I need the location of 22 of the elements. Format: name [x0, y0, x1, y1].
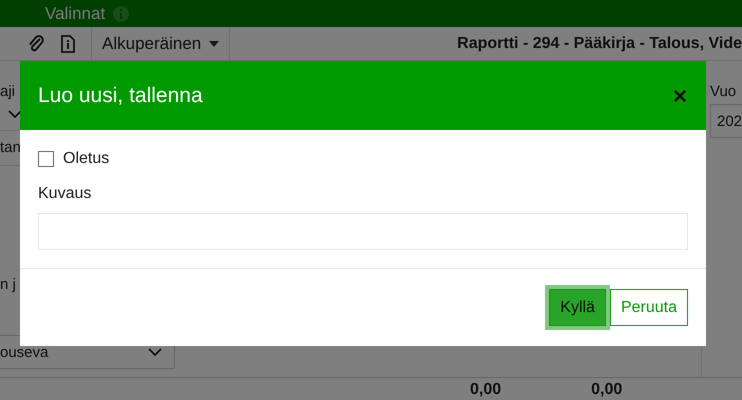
close-icon[interactable]: [674, 90, 686, 102]
option-label: n j: [0, 276, 16, 293]
total-value: 0,00: [591, 380, 622, 399]
cancel-button[interactable]: Peruuta: [610, 289, 688, 326]
caret-icon: [209, 40, 220, 46]
checkbox-label: Oletus: [63, 150, 110, 168]
report-title: Raportti - 294 - Pääkirja - Talous, Vide: [456, 34, 742, 52]
chevron-icon: [148, 348, 162, 356]
valinnat-title: Valinnat: [45, 4, 106, 24]
view-dropdown[interactable]: Alkuperäinen: [91, 27, 230, 60]
paperclip-icon[interactable]: [27, 34, 45, 52]
chevron-icon[interactable]: [8, 110, 22, 118]
tab-label[interactable]: tan: [0, 139, 21, 156]
document-info-icon[interactable]: [61, 34, 75, 52]
field-label: Kuvaus: [38, 185, 92, 203]
checkbox[interactable]: [38, 151, 54, 167]
field-label: aji: [0, 83, 16, 100]
year-field[interactable]: 202: [710, 104, 742, 138]
dialog-title: Luo uusi, tallenna: [38, 84, 203, 108]
description-field[interactable]: [38, 213, 688, 250]
total-value: 0,00: [470, 380, 502, 399]
year-label: Vuo: [710, 83, 738, 100]
